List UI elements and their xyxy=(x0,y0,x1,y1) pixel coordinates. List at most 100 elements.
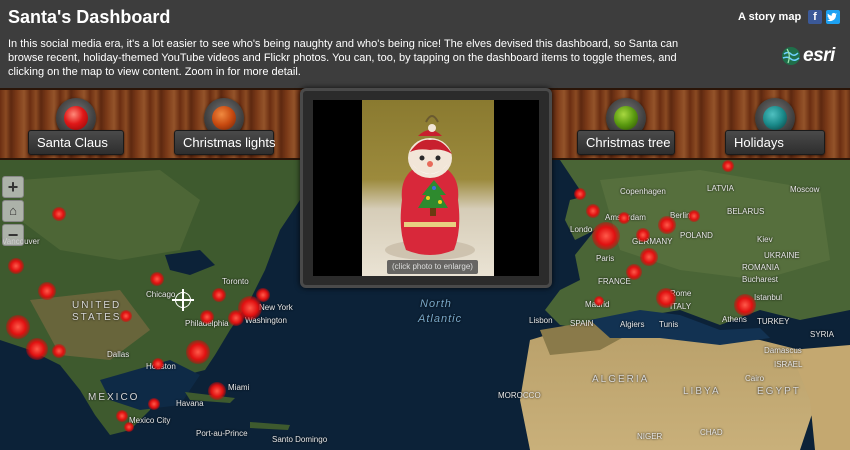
label-toronto: Toronto xyxy=(222,277,249,286)
theme-tree-button[interactable]: Christmas tree xyxy=(577,130,675,155)
zoom-in-button[interactable]: + xyxy=(2,176,24,198)
label-damascus: Damascus xyxy=(764,346,802,355)
map-marker[interactable] xyxy=(640,248,658,266)
photo-caption[interactable]: (click photo to enlarge) xyxy=(387,260,478,274)
map-marker[interactable] xyxy=(120,310,132,322)
label-algiers: Algiers xyxy=(620,320,645,329)
esri-wordmark: esri xyxy=(803,45,835,66)
label-paris: Paris xyxy=(596,254,615,263)
zoom-out-button[interactable]: − xyxy=(2,224,24,246)
label-mexico: MEXICO xyxy=(88,392,140,403)
map-marker[interactable] xyxy=(212,288,226,302)
label-mexico-city: Mexico City xyxy=(129,416,171,425)
label-copenhagen: Copenhagen xyxy=(620,187,666,196)
map-marker[interactable] xyxy=(658,216,676,234)
label-atlantic: Atlantic xyxy=(418,313,463,325)
home-button[interactable]: ⌂ xyxy=(2,200,24,222)
photo-popup: (click photo to enlarge) xyxy=(300,88,552,288)
map-marker[interactable] xyxy=(124,422,134,432)
label-united-states: UNITED STATES xyxy=(72,300,122,323)
label-israel: ISRAEL xyxy=(774,360,803,369)
map-marker[interactable] xyxy=(200,310,214,324)
theme-christmas-lights[interactable]: Christmas lights xyxy=(174,90,275,162)
twitter-icon[interactable] xyxy=(826,10,840,24)
label-niger: NIGER xyxy=(637,432,663,441)
label-ukraine: UKRAINE xyxy=(764,251,800,260)
label-morocco: MOROCCO xyxy=(498,391,541,400)
esri-logo[interactable]: esri xyxy=(781,44,835,68)
map-marker[interactable] xyxy=(656,288,676,308)
page-title: Santa's Dashboard xyxy=(8,7,171,27)
label-havana: Havana xyxy=(176,399,204,408)
teal-bulb-icon xyxy=(763,106,787,130)
red-bulb-icon xyxy=(64,106,88,130)
map-marker[interactable] xyxy=(256,288,270,302)
map-marker[interactable] xyxy=(6,315,30,339)
santa-doll-image xyxy=(385,115,475,260)
map-marker[interactable] xyxy=(208,382,226,400)
label-cairo: Cairo xyxy=(745,374,765,383)
page-description: In this social media era, it's a lot eas… xyxy=(8,38,679,78)
theme-holidays[interactable]: Holidays xyxy=(725,90,825,162)
theme-holidays-button[interactable]: Holidays xyxy=(725,130,825,155)
map-marker[interactable] xyxy=(52,344,66,358)
map-crosshair xyxy=(172,289,194,311)
map-marker[interactable] xyxy=(26,338,48,360)
label-north: North xyxy=(420,298,452,310)
map-marker[interactable] xyxy=(734,294,756,316)
label-spain: SPAIN xyxy=(570,319,594,328)
label-belarus: BELARUS xyxy=(727,207,765,216)
label-syria: SYRIA xyxy=(810,330,835,339)
theme-lights-button[interactable]: Christmas lights xyxy=(174,130,275,155)
label-istanbul: Istanbul xyxy=(754,293,783,302)
header: Santa's Dashboard In this social media e… xyxy=(0,0,850,88)
green-bulb-icon xyxy=(614,106,638,130)
label-miami: Miami xyxy=(228,383,250,392)
facebook-icon[interactable]: f xyxy=(808,10,822,24)
label-libya: LIBYA xyxy=(683,386,721,397)
label-santo-domingo: Santo Domingo xyxy=(272,435,328,444)
map-marker[interactable] xyxy=(150,272,164,286)
theme-santa-claus[interactable]: Santa Claus xyxy=(26,90,126,162)
orange-bulb-icon xyxy=(212,106,236,130)
label-moscow: Moscow xyxy=(790,185,820,194)
label-chad: CHAD xyxy=(700,428,723,437)
map-marker[interactable] xyxy=(152,358,164,370)
label-port-au-prince: Port-au-Prince xyxy=(196,429,248,438)
label-france: FRANCE xyxy=(598,277,631,286)
map-marker[interactable] xyxy=(688,210,700,222)
label-bucharest: Bucharest xyxy=(742,275,779,284)
label-poland: POLAND xyxy=(680,231,713,240)
label-london: Londo xyxy=(570,225,593,234)
photo-frame: (click photo to enlarge) xyxy=(313,100,539,276)
map-marker[interactable] xyxy=(592,222,620,250)
map-marker[interactable] xyxy=(8,258,24,274)
story-map-label: A story map xyxy=(738,11,802,23)
map-marker[interactable] xyxy=(574,188,586,200)
label-dallas: Dallas xyxy=(107,350,130,359)
label-algeria: ALGERIA xyxy=(592,374,650,385)
map-marker[interactable] xyxy=(636,228,650,242)
map-marker[interactable] xyxy=(586,204,600,218)
map-marker[interactable] xyxy=(618,212,630,224)
label-turkey: TURKEY xyxy=(757,317,790,326)
label-athens: Athens xyxy=(722,315,747,324)
theme-christmas-tree[interactable]: Christmas tree xyxy=(576,90,676,162)
theme-santa-button[interactable]: Santa Claus xyxy=(28,130,124,155)
map-marker[interactable] xyxy=(52,207,66,221)
label-egypt: EGYPT xyxy=(757,386,801,397)
flickr-photo[interactable] xyxy=(362,100,494,276)
label-kiev: Kiev xyxy=(757,235,773,244)
map-marker[interactable] xyxy=(186,340,210,364)
map-marker[interactable] xyxy=(116,410,128,422)
map-marker[interactable] xyxy=(38,282,56,300)
globe-icon xyxy=(782,47,800,65)
map-marker[interactable] xyxy=(626,264,642,280)
map-marker[interactable] xyxy=(148,398,160,410)
label-latvia: LATVIA xyxy=(707,184,734,193)
label-chicago: Chicago xyxy=(146,290,176,299)
map-marker[interactable] xyxy=(594,296,604,306)
label-new-york: New York xyxy=(259,303,293,312)
label-tunis: Tunis xyxy=(659,320,679,329)
label-lisbon: Lisbon xyxy=(529,316,553,325)
